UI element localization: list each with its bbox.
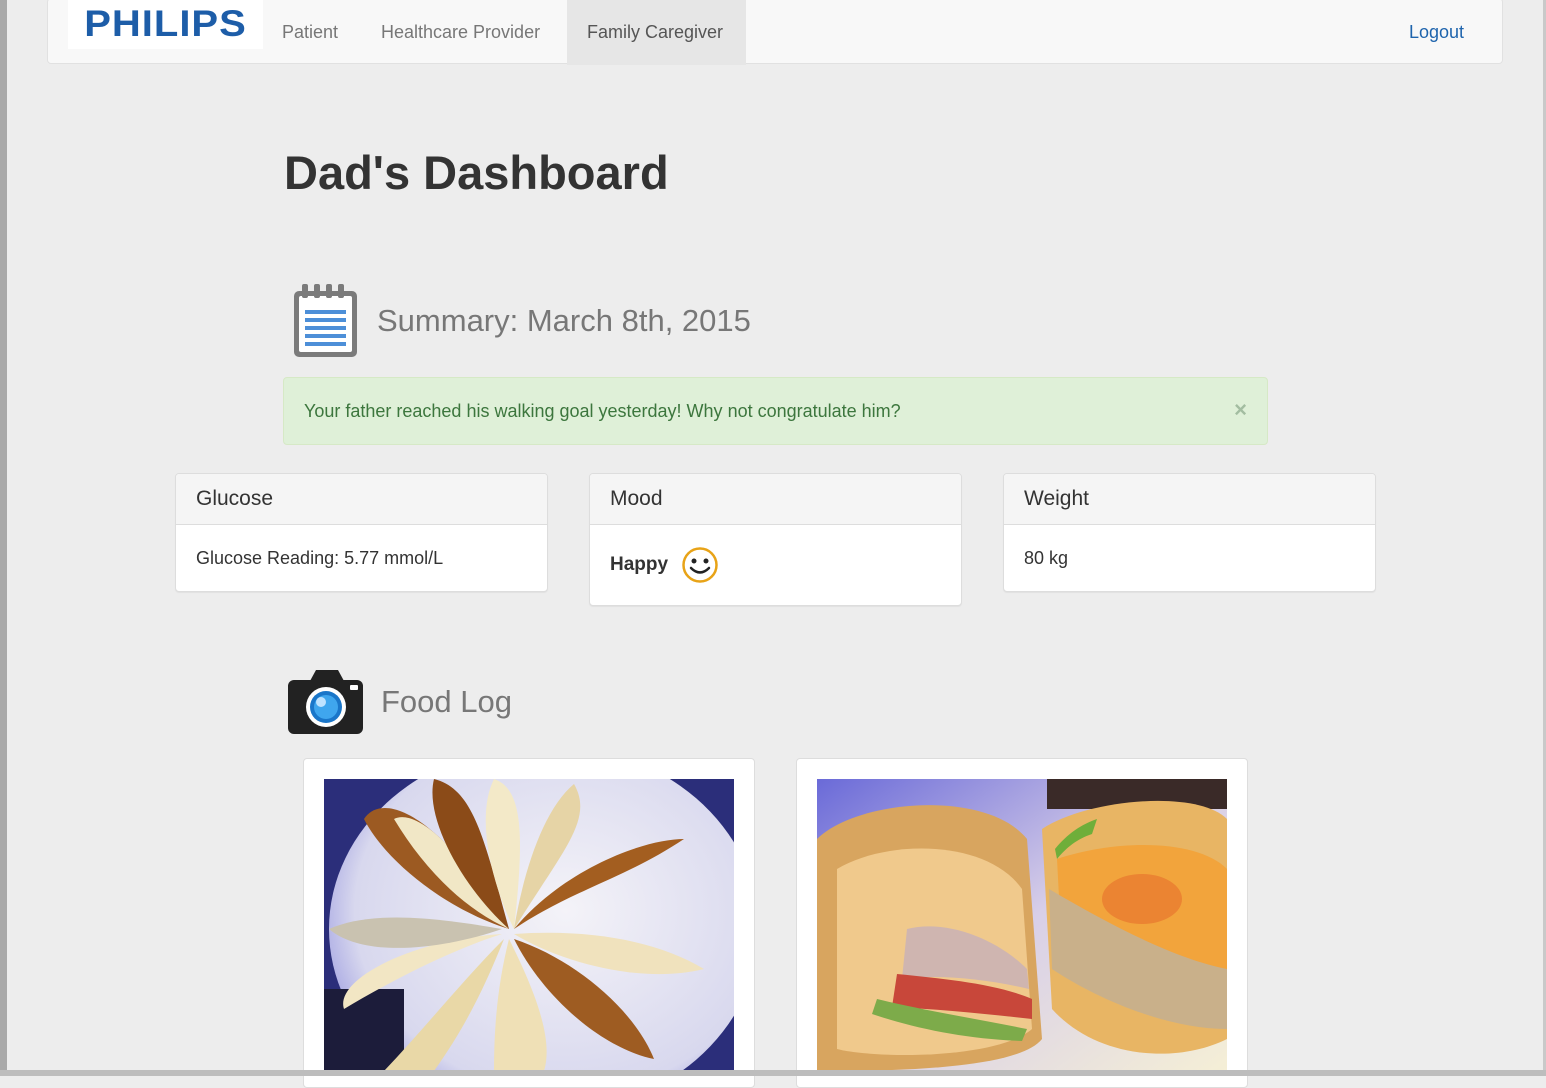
alert-message: Your father reached his walking goal yes… [304,400,901,421]
success-alert: Your father reached his walking goal yes… [283,377,1268,445]
philips-logo[interactable]: PHILIPS [68,0,263,49]
food-log-title: Food Log [381,683,512,719]
summary-title: Summary: March 8th, 2015 [377,302,751,338]
nav-item-healthcare-provider[interactable]: Healthcare Provider [361,0,560,65]
weight-panel: Weight 80 kg [1003,473,1376,592]
mood-value: Happy [610,554,669,575]
brand-name: PHILIPS [84,3,247,44]
nav-item-label: Patient [282,21,339,42]
camera-icon [288,670,363,734]
nav-item-family-caregiver[interactable]: Family Caregiver [567,0,746,65]
summary-header: Summary: March 8th, 2015 [292,282,751,359]
food-photo-card[interactable] [796,758,1248,1088]
window-left-edge [0,0,7,1076]
window-bottom-edge [0,1070,1546,1076]
sandwich-photo [817,779,1227,1071]
panel-heading: Mood [590,474,961,525]
page-title: Dad's Dashboard [284,146,669,199]
panel-heading: Weight [1004,474,1375,525]
close-icon[interactable]: × [1234,398,1247,422]
notepad-icon [294,284,357,357]
mood-panel: Mood Happy [589,473,962,606]
sliced-pears-photo [324,779,734,1071]
smiley-face-icon [682,547,718,583]
glucose-panel: Glucose Glucose Reading: 5.77 mmol/L [175,473,548,592]
food-photo-card[interactable] [303,758,755,1088]
weight-value: 80 kg [1024,547,1069,568]
top-navbar: PHILIPS Patient Healthcare Provider Fami… [47,0,1503,65]
nav-item-label: Healthcare Provider [381,21,541,42]
logout-link[interactable]: Logout [1409,0,1464,65]
nav-item-patient[interactable]: Patient [262,0,358,65]
panel-heading: Glucose [176,474,547,525]
nav-item-label: Family Caregiver [587,21,724,42]
food-log-header: Food Log [288,668,512,735]
glucose-reading: Glucose Reading: 5.77 mmol/L [196,547,444,568]
